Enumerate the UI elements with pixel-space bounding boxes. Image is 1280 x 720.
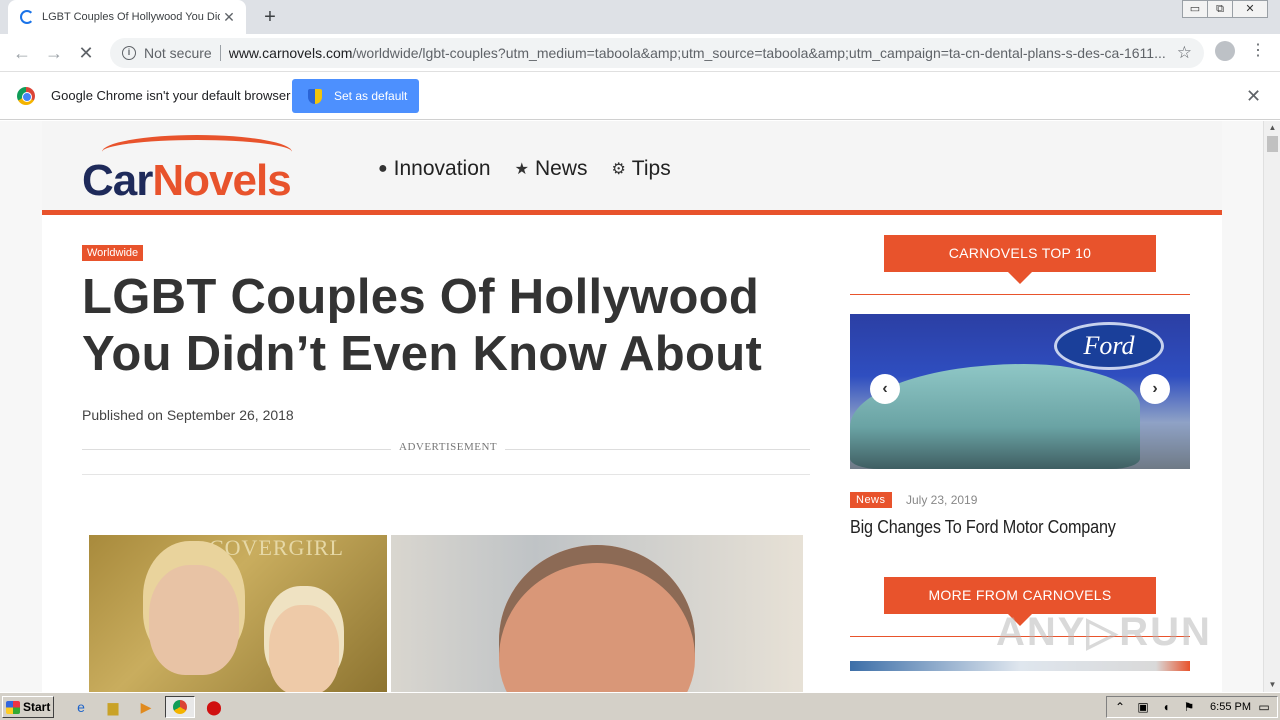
info-icon[interactable]: i [122,46,136,60]
article-photo-left: COVERGIRL [89,535,387,692]
ie-icon[interactable]: e [72,698,90,716]
logo-wordmark: CarNovels [82,156,292,205]
advertisement-label: ADVERTISEMENT [391,441,506,453]
folder-icon[interactable]: ▆ [104,698,122,716]
infobar-message: Google Chrome isn't your default browser [51,88,291,103]
sidebar-rule-top [850,294,1190,295]
set-as-default-button[interactable]: Set as default [292,79,419,113]
gears-icon: ⚙ [611,161,626,178]
ford-logo: Ford [1054,322,1164,370]
article-headline: LGBT Couples Of Hollywood You Didn’t Eve… [82,270,763,381]
chrome-taskbar-button[interactable] [165,696,195,718]
minimize-button[interactable]: ▭ [1182,0,1208,18]
category-badge[interactable]: Worldwide [82,245,144,261]
featured-title-link[interactable]: Big Changes To Ford Motor Company [850,517,1116,538]
url-text[interactable]: www.carnovels.com/worldwide/lgbt-couples… [229,45,1169,61]
windows-taskbar: Start e ▆ ▶ ⬤ ⌃ ▣ ◖ ⚑ 6:55 PM ▭ [0,692,1280,720]
carnovels-logo[interactable]: CarNovels [82,133,312,203]
restore-button[interactable]: ⧉ [1207,0,1233,18]
tray-expand-icon[interactable]: ⌃ [1113,700,1127,714]
published-date: Published on September 26, 2018 [82,407,294,423]
default-browser-infobar: Google Chrome isn't your default browser… [0,72,1280,120]
browser-toolbar: ← → ✕ i Not secure www.carnovels.com/wor… [0,34,1280,72]
article-photo-right [391,535,803,692]
start-label: Start [23,700,51,714]
photo-person-1 [149,565,239,675]
close-window-button[interactable]: ✕ [1232,0,1268,18]
page-viewport: CarNovels ● Innovation ★ News ⚙ Tips Wor… [0,121,1263,692]
main-nav: ● Innovation ★ News ⚙ Tips [378,157,695,181]
ad-divider-bottom [82,474,810,475]
carnovels-page: CarNovels ● Innovation ★ News ⚙ Tips Wor… [42,121,1222,692]
carousel-prev-icon[interactable]: ‹ [870,374,900,404]
scroll-thumb[interactable] [1267,136,1278,152]
tab-close-icon[interactable]: ✕ [220,8,238,26]
more-thumbnails[interactable] [850,661,1190,671]
chrome-menu-icon[interactable]: ⋮ [1250,40,1266,64]
windows-flag-icon [6,700,20,714]
star-icon: ★ [514,161,529,178]
anyrun-watermark: ANY▷RUN [996,610,1212,654]
top10-heading: CARNOVELS TOP 10 [884,235,1156,284]
action-center-flag-icon[interactable]: ⚑ [1182,700,1196,714]
featured-car-photo[interactable]: Ford ‹ › [850,314,1190,469]
show-desktop-icon[interactable]: ▭ [1257,700,1271,714]
volume-icon[interactable]: ◖ [1159,700,1173,714]
stop-button[interactable]: ✕ [74,41,98,65]
scroll-up-icon[interactable]: ▲ [1264,121,1280,135]
browser-tab[interactable]: LGBT Couples Of Hollywood You Didn’t Eve… [8,0,246,34]
photo-person-3 [499,545,695,692]
nav-label: Innovation [393,157,491,180]
back-button[interactable]: ← [10,41,34,65]
nav-label: News [534,157,588,180]
set-as-default-label: Set as default [334,89,408,103]
security-label: Not secure [144,45,212,61]
nav-item-news[interactable]: ★ News [515,157,588,181]
uac-shield-icon [308,88,322,104]
url-domain: www.carnovels.com [228,45,353,61]
infobar-close-icon[interactable]: ✕ [1246,86,1261,107]
new-tab-button[interactable]: + [258,5,282,29]
system-tray: ⌃ ▣ ◖ ⚑ 6:55 PM ▭ [1106,696,1278,718]
opera-icon[interactable]: ⬤ [205,698,223,716]
address-bar[interactable]: i Not secure www.carnovels.com/worldwide… [110,38,1204,68]
omnibox-separator [219,45,221,61]
start-button[interactable]: Start [2,696,54,718]
chrome-icon [173,700,187,714]
tab-title: LGBT Couples Of Hollywood You Didn’t Eve… [42,11,220,23]
photo-backdrop-brand: COVERGIRL [209,535,344,560]
nav-item-innovation[interactable]: ● Innovation [378,157,491,181]
nav-label: Tips [631,157,671,180]
tab-strip: LGBT Couples Of Hollywood You Didn’t Eve… [0,0,1280,34]
url-path: /worldwide/lgbt-couples?utm_medium=taboo… [352,45,1166,61]
photo-person-2 [269,605,339,692]
featured-date: July 23, 2019 [906,493,978,507]
clock[interactable]: 6:55 PM [1210,701,1251,713]
scroll-down-icon[interactable]: ▼ [1264,678,1280,692]
window-controls: ▭ ⧉ ✕ [1182,0,1268,18]
carousel-next-icon[interactable]: › [1140,374,1170,404]
forward-button[interactable]: → [42,41,66,65]
site-header: CarNovels ● Innovation ★ News ⚙ Tips [42,121,1222,215]
featured-category-badge[interactable]: News [850,492,892,508]
vertical-scrollbar[interactable]: ▲ ▼ [1263,121,1280,692]
globe-icon: ● [378,160,388,177]
bookmark-star-icon[interactable]: ☆ [1177,43,1192,63]
nav-item-tips[interactable]: ⚙ Tips [611,157,670,181]
network-icon[interactable]: ▣ [1136,700,1150,714]
media-player-icon[interactable]: ▶ [137,698,155,716]
chrome-logo-icon [17,87,35,105]
profile-avatar-icon[interactable] [1215,41,1235,61]
loading-spinner-icon [20,10,34,24]
